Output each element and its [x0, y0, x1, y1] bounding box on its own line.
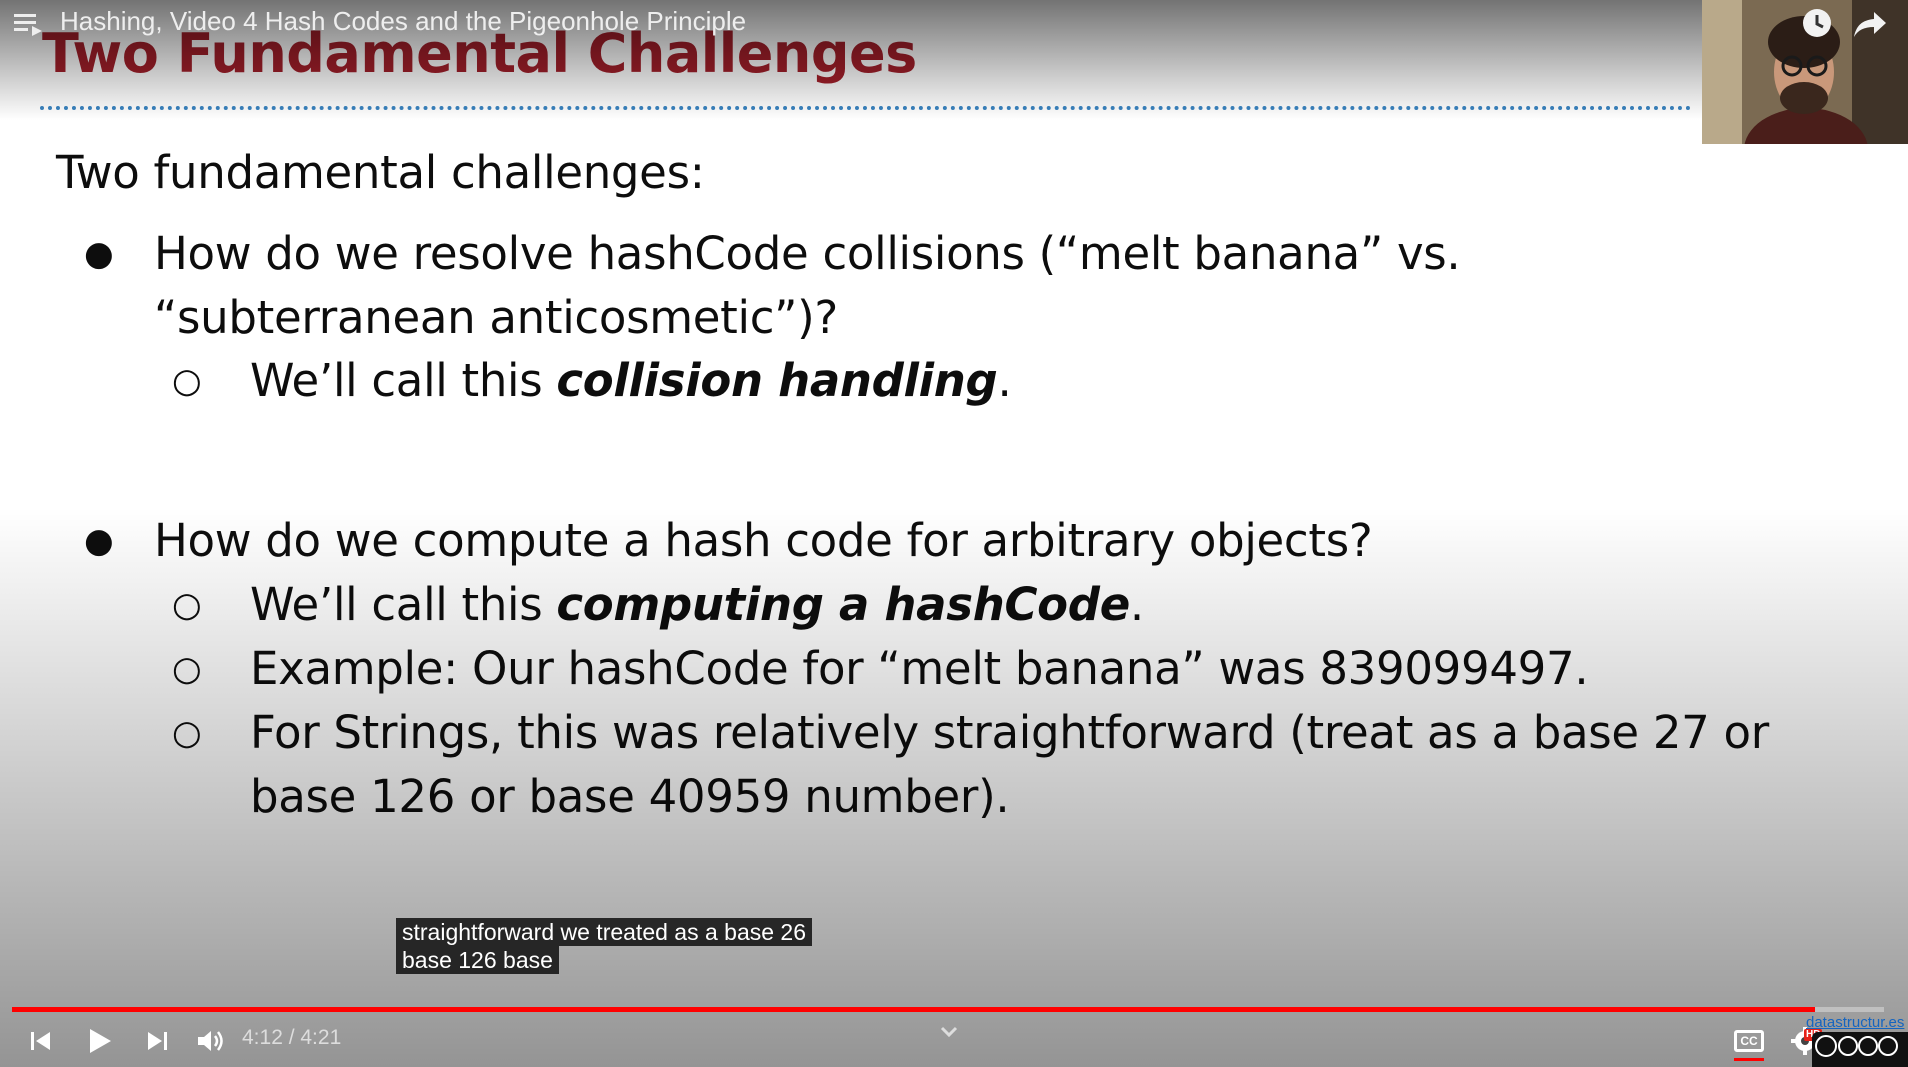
- slide: Two Fundamental Challenges Two fundament…: [0, 0, 1908, 1067]
- sub-bullet-collision-handling: ○ We’ll call this collision handling.: [172, 349, 1012, 413]
- caption-line: straightforward we treated as a base 26: [396, 918, 813, 946]
- playlist-icon[interactable]: [14, 12, 44, 36]
- punctuation: .: [997, 354, 1012, 407]
- sub-bullet-text: We’ll call this: [250, 354, 557, 407]
- punctuation: .: [1129, 578, 1144, 631]
- bullet-compute-hash: ● How do we compute a hash code for arbi…: [84, 509, 1373, 573]
- creative-commons-icon: [1812, 1032, 1908, 1067]
- next-icon[interactable]: [144, 1029, 170, 1053]
- bullet-text: “subterranean anticosmetic”)?: [154, 291, 838, 344]
- sub-bullet-text: For Strings, this was relatively straigh…: [250, 706, 1769, 759]
- bullet-marker: ●: [84, 234, 114, 274]
- caption-line: base 126 base: [396, 946, 559, 974]
- play-icon[interactable]: [86, 1026, 114, 1056]
- captions-active-indicator: [1734, 1058, 1764, 1061]
- previous-icon[interactable]: [28, 1029, 54, 1053]
- progress-bar[interactable]: [12, 1007, 1884, 1012]
- sub-bullet-computing-hashcode: ○ We’ll call this computing a hashCode.: [172, 573, 1144, 637]
- sub-bullet-text: We’ll call this: [250, 578, 557, 631]
- sub-bullet-marker: ○: [172, 713, 202, 753]
- progress-played: [12, 1007, 1815, 1012]
- chevron-down-icon[interactable]: [938, 1024, 960, 1040]
- video-player[interactable]: Two Fundamental Challenges Two fundament…: [0, 0, 1908, 1067]
- bullet-collisions: ● How do we resolve hashCode collisions …: [84, 222, 1461, 350]
- closed-captions: straightforward we treated as a base 26 …: [396, 918, 813, 974]
- sub-bullet-marker: ○: [172, 649, 202, 689]
- video-title[interactable]: Hashing, Video 4 Hash Codes and the Pige…: [60, 6, 746, 37]
- slide-intro: Two fundamental challenges:: [56, 146, 705, 199]
- emphasis-text: computing a hashCode: [556, 578, 1130, 631]
- sub-bullet-text: base 126 or base 40959 number).: [250, 770, 1010, 823]
- sub-bullet-example: ○ Example: Our hashCode for “melt banana…: [172, 637, 1589, 701]
- bullet-text: How do we resolve hashCode collisions (“…: [154, 227, 1461, 280]
- license-badge: [1815, 1035, 1898, 1057]
- sub-bullet-text: Example: Our hashCode for “melt banana” …: [250, 642, 1589, 695]
- captions-icon[interactable]: CC: [1734, 1030, 1764, 1052]
- sub-bullet-marker: ○: [172, 585, 202, 625]
- bullet-text: How do we compute a hash code for arbitr…: [154, 514, 1373, 567]
- volume-icon[interactable]: [196, 1028, 226, 1054]
- dotted-divider: [40, 106, 1692, 110]
- time-display: 4:12 / 4:21: [242, 1026, 342, 1049]
- sub-bullet-strings: ○ For Strings, this was relatively strai…: [172, 701, 1769, 829]
- emphasis-text: collision handling: [556, 354, 998, 407]
- branding-link[interactable]: datastructur.es: [1806, 1014, 1904, 1031]
- bullet-marker: ●: [84, 521, 114, 561]
- share-arrow-icon[interactable]: [1852, 8, 1888, 40]
- sub-bullet-marker: ○: [172, 361, 202, 401]
- watch-later-clock-icon[interactable]: [1800, 6, 1834, 40]
